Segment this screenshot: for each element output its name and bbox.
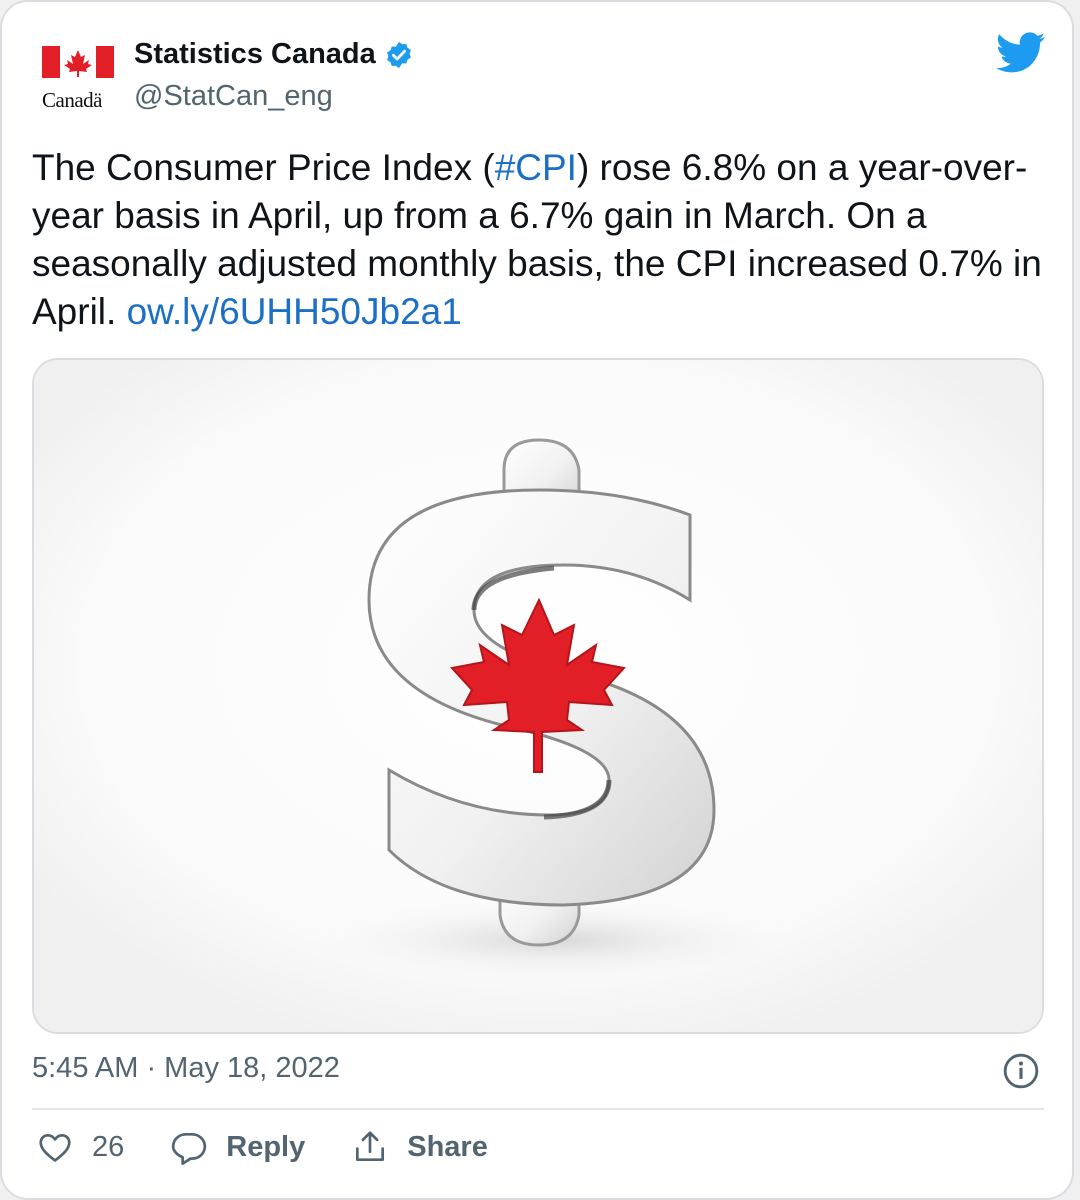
verified-badge-icon [386,41,411,68]
reply-button[interactable]: Reply [170,1128,305,1166]
like-count: 26 [92,1130,125,1163]
hashtag-link[interactable]: #CPI [495,147,577,188]
dollar-maple-leaf-image [34,360,1042,1032]
canada-wordmark: Canadä [42,88,102,112]
tweet-card: Canadä Statistics Canada @StatCan_eng Th… [0,0,1074,1200]
canada-flag-icon [42,46,114,78]
like-button[interactable]: 26 [36,1128,124,1166]
statcan-logo[interactable]: Canadä [42,42,116,112]
tweet-text: The Consumer Price Index (#CPI) rose 6.8… [32,144,1048,336]
heart-icon [39,1133,71,1162]
share-button[interactable]: Share [351,1128,488,1166]
tweet-timestamp[interactable]: 5:45 AM · May 18, 2022 [32,1052,340,1085]
display-name[interactable]: Statistics Canada [134,38,376,71]
account-handle[interactable]: @StatCan_eng [134,80,333,113]
twitter-bird-icon[interactable] [996,32,1046,74]
share-upload-icon [356,1131,385,1162]
url-link[interactable]: ow.ly/6UHH50Jb2a1 [127,291,462,332]
tweet-image[interactable] [32,358,1044,1034]
tweet-actions: 26 Reply Share [36,1128,534,1166]
reply-bubble-icon [172,1132,207,1165]
reply-label: Reply [226,1130,306,1163]
info-icon[interactable] [1002,1052,1040,1090]
share-label: Share [407,1130,488,1163]
divider [32,1108,1044,1110]
tweet-text-part: The Consumer Price Index ( [32,147,495,188]
